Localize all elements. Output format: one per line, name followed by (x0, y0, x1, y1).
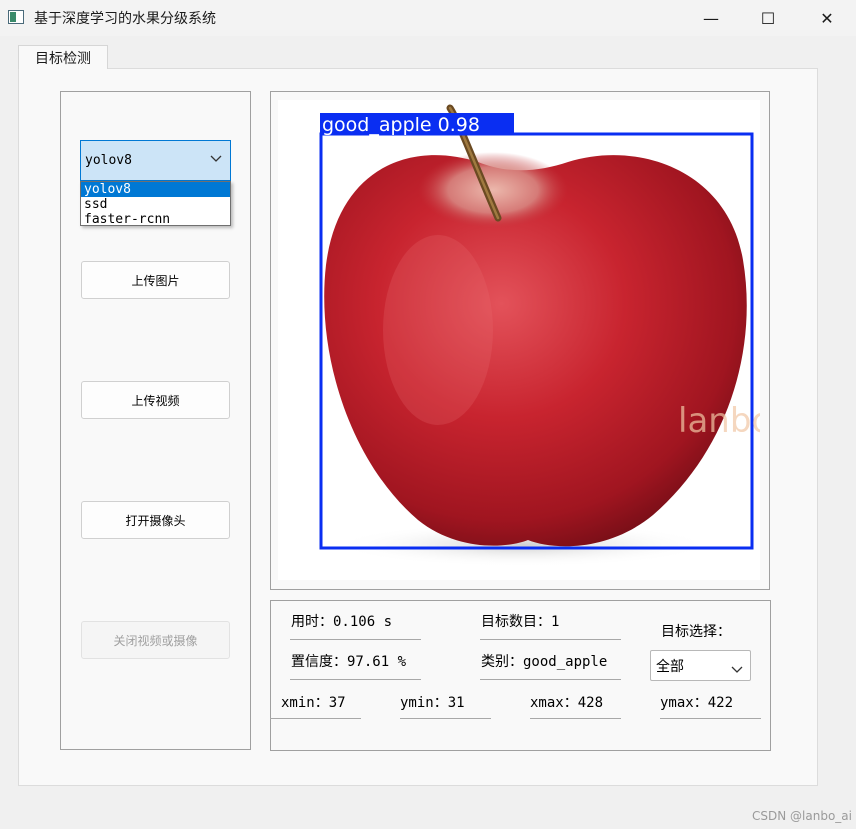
xmin-value: 37 (328, 695, 346, 711)
target-select-label: 目标选择： (661, 624, 731, 640)
target-select-value: 全部 (656, 658, 684, 675)
xmin-field: xmin：37 (281, 692, 346, 712)
count-underline (480, 639, 621, 640)
title-bar: 基于深度学习的水果分级系统 — ☐ ✕ (0, 0, 856, 36)
xmax-value: 428 (577, 695, 604, 711)
ymin-value: 31 (447, 695, 465, 711)
model-select-value: yolov8 (85, 153, 132, 168)
class-value: good_apple (523, 654, 608, 670)
model-option-ssd[interactable]: ssd (81, 197, 230, 212)
xmin-label: xmin： (281, 695, 329, 711)
app-icon (8, 10, 24, 24)
time-underline (290, 639, 421, 640)
ymin-label: ymin： (400, 695, 448, 711)
xmax-field: xmax：428 (530, 692, 603, 712)
upload-image-button[interactable]: 上传图片 (81, 261, 230, 299)
image-watermark: lanbo_ai (678, 401, 760, 441)
footer-watermark: CSDN @lanbo_ai (752, 809, 852, 823)
close-button[interactable]: ✕ (804, 0, 850, 36)
apple-image: good_apple 0.98 lanbo_ai (319, 104, 760, 567)
window-title: 基于深度学习的水果分级系统 (34, 11, 216, 27)
ymax-field: ymax：422 (660, 692, 733, 712)
chevron-down-icon[interactable] (731, 662, 743, 678)
time-value: 0.106 s (333, 614, 393, 630)
ymax-label: ymax： (660, 695, 708, 711)
xmax-underline (530, 718, 621, 719)
model-option-faster-rcnn[interactable]: faster-rcnn (81, 212, 230, 227)
xmin-underline (270, 718, 361, 719)
ymax-value: 422 (707, 695, 734, 711)
confidence-field: 置信度：97.61 % (291, 651, 406, 671)
detection-label: good_apple 0.98 (322, 114, 480, 136)
ymin-field: ymin：31 (400, 692, 465, 712)
class-underline (480, 679, 621, 680)
count-field: 目标数目：1 (481, 611, 559, 631)
apple-shine (383, 235, 493, 425)
confidence-underline (290, 679, 421, 680)
detection-image: good_apple 0.98 lanbo_ai (278, 100, 760, 580)
ymin-underline (400, 718, 491, 719)
open-camera-button[interactable]: 打开摄像头 (81, 501, 230, 539)
time-label: 用时： (291, 614, 333, 630)
ymax-underline (660, 718, 761, 719)
upload-video-button[interactable]: 上传视频 (81, 381, 230, 419)
class-field: 类别：good_apple (481, 651, 607, 671)
xmax-label: xmax： (530, 695, 578, 711)
maximize-button[interactable]: ☐ (745, 0, 791, 36)
count-value: 1 (551, 614, 560, 630)
apple-top-highlight (418, 152, 568, 228)
model-option-yolov8[interactable]: yolov8 (81, 182, 230, 197)
confidence-value: 97.61 % (347, 654, 407, 670)
chevron-down-icon[interactable] (210, 153, 222, 166)
count-label: 目标数目： (481, 614, 551, 630)
minimize-button[interactable]: — (688, 0, 734, 36)
time-field: 用时：0.106 s (291, 611, 392, 631)
close-video-camera-button[interactable]: 关闭视频或摄像 (81, 621, 230, 659)
target-select[interactable]: 全部 (650, 650, 751, 681)
model-select[interactable]: yolov8 (80, 140, 231, 181)
confidence-label: 置信度： (291, 654, 347, 670)
class-label: 类别： (481, 654, 523, 670)
model-dropdown-list: yolov8 ssd faster-rcnn (80, 181, 231, 227)
tab-object-detection[interactable]: 目标检测 (18, 45, 108, 69)
